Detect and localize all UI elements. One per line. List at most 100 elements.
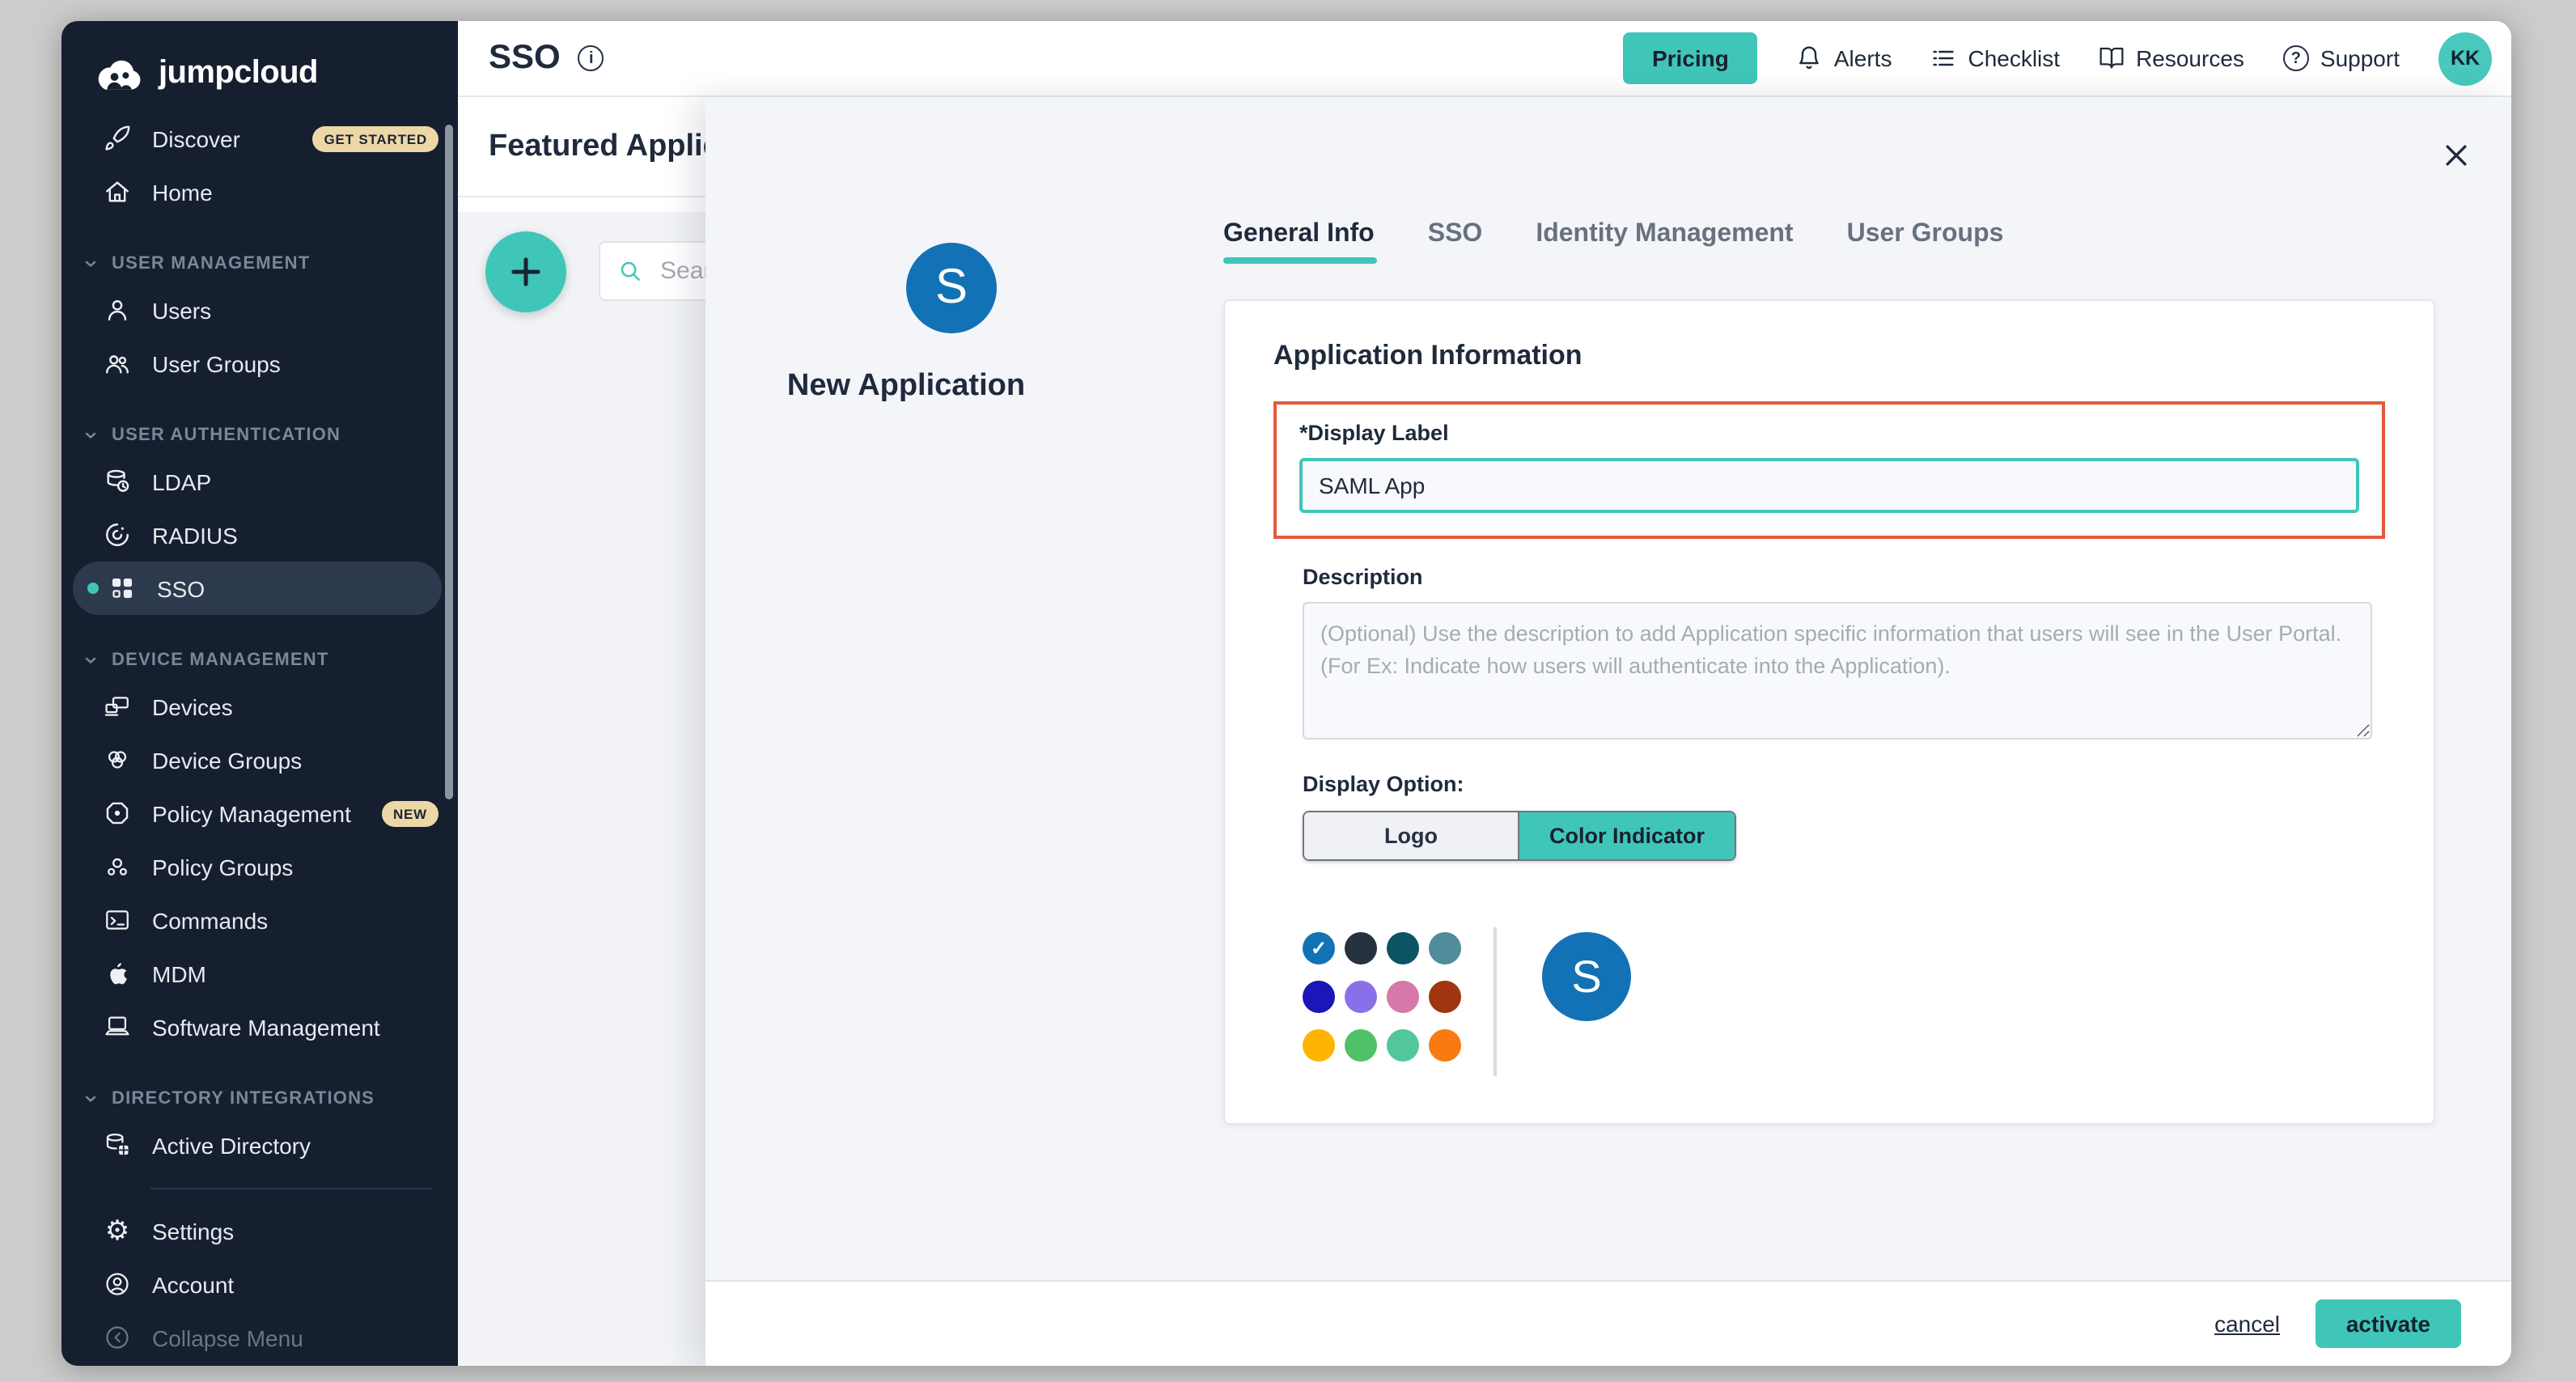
sidebar-item-label: Users (152, 297, 211, 323)
bell-icon (1797, 45, 1823, 71)
sidebar-item-home[interactable]: Home (61, 165, 458, 218)
sidebar-item-mdm[interactable]: MDM (61, 947, 458, 1000)
sidebar-item-sso[interactable]: SSO (73, 562, 442, 615)
jumpcloud-logo[interactable]: jumpcloud (87, 53, 458, 92)
sidebar-item-discover[interactable]: Discover GET STARTED (61, 112, 458, 165)
display-label-label: *Display Label (1299, 421, 2359, 445)
device-groups-icon (104, 746, 131, 774)
sidebar-item-collapse-menu[interactable]: Collapse Menu (61, 1311, 458, 1364)
checklist-button[interactable]: Checklist (1930, 45, 2060, 71)
sidebar-item-label: Policy Groups (152, 854, 293, 880)
sidebar-item-label: Commands (152, 907, 268, 933)
sidebar-section-directory-integrations[interactable]: DIRECTORY INTEGRATIONS (61, 1079, 458, 1118)
color-swatch[interactable] (1345, 981, 1377, 1013)
info-icon[interactable]: i (578, 45, 604, 71)
chevron-down-icon (83, 427, 99, 443)
tab-general-info[interactable]: General Info (1223, 220, 1375, 264)
close-icon[interactable] (2440, 139, 2472, 172)
color-swatch[interactable] (1345, 932, 1377, 964)
mdm-apple-icon (104, 960, 131, 987)
jumpcloud-logo-text: jumpcloud (159, 54, 318, 91)
color-swatch[interactable] (1387, 981, 1419, 1013)
sidebar-section-device-management[interactable]: DEVICE MANAGEMENT (61, 641, 458, 680)
sidebar-item-device-groups[interactable]: Device Groups (61, 733, 458, 786)
sidebar-item-policy-management[interactable]: Policy Management NEW (61, 786, 458, 840)
color-swatch[interactable] (1429, 1029, 1461, 1062)
logo-option[interactable]: Logo (1304, 812, 1519, 859)
sidebar-item-label: LDAP (152, 468, 211, 494)
tab-sso[interactable]: SSO (1428, 220, 1483, 264)
app-name: New Application (728, 369, 1084, 405)
color-swatch[interactable] (1387, 1029, 1419, 1062)
sidebar-item-user-groups[interactable]: User Groups (61, 337, 458, 390)
sidebar-item-label: MDM (152, 960, 206, 986)
sidebar-item-commands[interactable]: Commands (61, 893, 458, 947)
modal-footer: cancel activate (705, 1280, 2511, 1366)
sidebar-item-account[interactable]: Account (61, 1257, 458, 1311)
color-indicator-option[interactable]: Color Indicator (1519, 812, 1735, 859)
sidebar-section-user-authentication[interactable]: USER AUTHENTICATION (61, 416, 458, 455)
picker-divider (1493, 927, 1497, 1076)
settings-gear-icon: ⚙ (104, 1217, 131, 1244)
sidebar-section-label: DIRECTORY INTEGRATIONS (112, 1089, 375, 1109)
modal-tabs: General Info SSO Identity Management Use… (1223, 220, 2003, 264)
app-initial-avatar: S (906, 243, 997, 333)
sidebar-item-label: Active Directory (152, 1132, 311, 1158)
sidebar-item-devices[interactable]: Devices (61, 680, 458, 733)
sidebar-item-active-directory[interactable]: Active Directory (61, 1118, 458, 1172)
sidebar-item-settings[interactable]: ⚙ Settings (61, 1204, 458, 1257)
color-preview-circle: S (1542, 932, 1631, 1021)
question-icon: ? (2283, 45, 2309, 71)
support-button[interactable]: ? Support (2283, 45, 2400, 71)
color-swatch[interactable] (1303, 981, 1335, 1013)
color-palette: ✓ (1303, 932, 1461, 1062)
color-swatch[interactable] (1429, 981, 1461, 1013)
tab-identity-management[interactable]: Identity Management (1536, 220, 1793, 264)
new-application-modal: S New Application General Info SSO Ident… (705, 97, 2511, 1366)
check-icon: ✓ (1303, 932, 1335, 964)
screen: jumpcloud Discover GET STARTED (0, 0, 2576, 1382)
tab-user-groups[interactable]: User Groups (1847, 220, 2004, 264)
avatar[interactable]: KK (2438, 32, 2492, 85)
cancel-button[interactable]: cancel (2214, 1311, 2280, 1337)
active-directory-icon (104, 1131, 131, 1159)
sidebar-item-software-management[interactable]: Software Management (61, 1000, 458, 1053)
resources-button[interactable]: Resources (2099, 45, 2244, 71)
commands-icon (104, 906, 131, 934)
color-swatch[interactable] (1303, 1029, 1335, 1062)
app-window: jumpcloud Discover GET STARTED (61, 21, 2511, 1366)
sidebar-item-policy-groups[interactable]: Policy Groups (61, 840, 458, 893)
sidebar-item-radius[interactable]: RADIUS (61, 508, 458, 562)
activate-button[interactable]: activate (2315, 1299, 2461, 1348)
color-swatch[interactable] (1429, 932, 1461, 964)
color-swatch[interactable] (1387, 932, 1419, 964)
application-information-card: Application Information *Display Label D… (1223, 299, 2435, 1125)
header-actions: Pricing Alerts (1623, 32, 2492, 85)
chevron-down-icon (83, 652, 99, 668)
color-swatch-selected[interactable]: ✓ (1303, 932, 1335, 964)
sidebar-item-ldap[interactable]: LDAP (61, 455, 458, 508)
alerts-button[interactable]: Alerts (1797, 45, 1892, 71)
rocket-icon (104, 125, 131, 152)
top-header: SSO i Pricing Alerts (458, 21, 2511, 97)
resources-label: Resources (2136, 45, 2244, 71)
checklist-label: Checklist (1968, 45, 2060, 71)
app-initial: S (935, 261, 968, 316)
color-swatch[interactable] (1345, 1029, 1377, 1062)
sidebar-item-label: Discover (152, 125, 240, 151)
add-application-button[interactable] (485, 231, 566, 312)
display-label-input[interactable] (1299, 458, 2359, 513)
sso-grid-icon (108, 574, 136, 602)
sidebar-section-label: USER AUTHENTICATION (112, 426, 341, 445)
sidebar-item-label: User Groups (152, 350, 281, 376)
chevron-down-icon (83, 256, 99, 272)
resources-book-icon (2099, 45, 2125, 71)
sidebar-item-label: Devices (152, 693, 233, 719)
sidebar-item-label: Collapse Menu (152, 1325, 303, 1350)
pricing-button[interactable]: Pricing (1623, 32, 1758, 84)
sidebar-section-user-management[interactable]: USER MANAGEMENT (61, 244, 458, 283)
sidebar-scrollbar[interactable] (445, 125, 453, 799)
description-textarea[interactable] (1303, 602, 2372, 740)
sidebar-item-users[interactable]: Users (61, 283, 458, 337)
get-started-badge: GET STARTED (313, 125, 439, 151)
